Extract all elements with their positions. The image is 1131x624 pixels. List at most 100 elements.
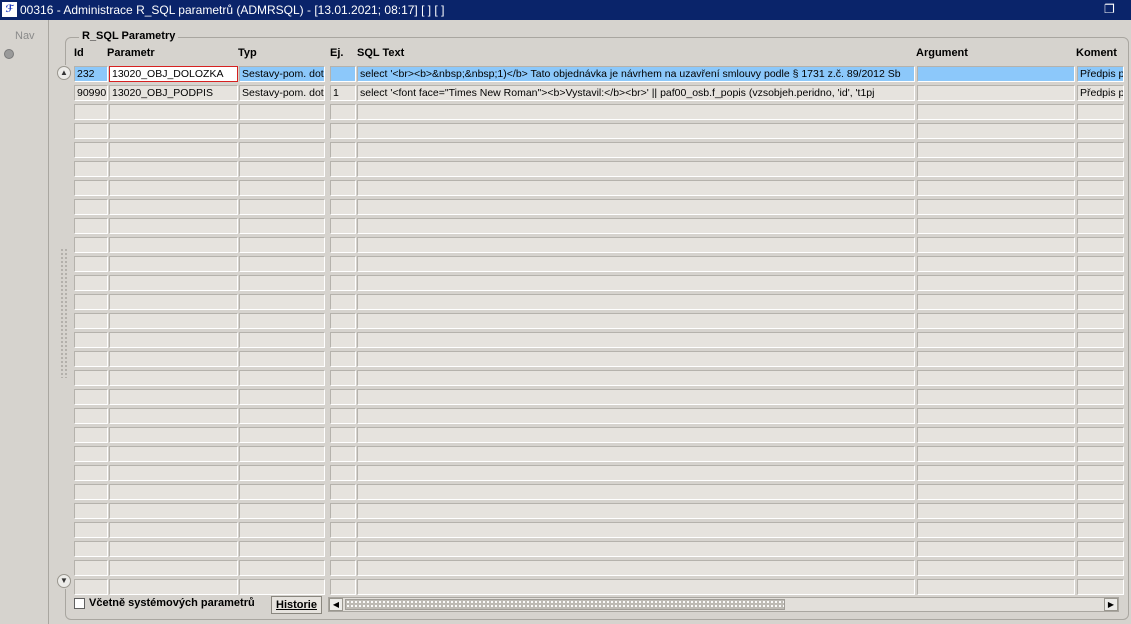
cell-typ[interactable]: [239, 256, 325, 272]
cell-argument[interactable]: [917, 522, 1075, 538]
cell-typ[interactable]: [239, 332, 325, 348]
cell-koment[interactable]: [1077, 237, 1124, 253]
cell-ej[interactable]: [330, 180, 356, 196]
cell-koment[interactable]: [1077, 218, 1124, 234]
cell-parametr[interactable]: [109, 218, 238, 234]
cell-koment[interactable]: [1077, 579, 1124, 595]
cell-argument[interactable]: [917, 503, 1075, 519]
cell-typ[interactable]: [239, 389, 325, 405]
cell-sql-text[interactable]: [357, 465, 915, 481]
cell-typ[interactable]: [239, 104, 325, 120]
cell-sql-text[interactable]: [357, 142, 915, 158]
include-system-params-checkbox[interactable]: [74, 598, 85, 609]
cell-ej[interactable]: [330, 294, 356, 310]
cell-typ[interactable]: [239, 465, 325, 481]
cell-argument[interactable]: [917, 408, 1075, 424]
cell-sql-text[interactable]: [357, 389, 915, 405]
cell-parametr[interactable]: [109, 465, 238, 481]
cell-typ[interactable]: [239, 142, 325, 158]
cell-typ[interactable]: [239, 446, 325, 462]
cell-ej[interactable]: [330, 104, 356, 120]
cell-parametr[interactable]: [109, 389, 238, 405]
cell-sql-text[interactable]: [357, 180, 915, 196]
cell-koment[interactable]: Předpis p: [1077, 66, 1124, 82]
cell-typ[interactable]: [239, 351, 325, 367]
cell-koment[interactable]: [1077, 104, 1124, 120]
scroll-left-icon[interactable]: ◀: [329, 598, 343, 611]
cell-koment[interactable]: [1077, 541, 1124, 557]
cell-koment[interactable]: [1077, 503, 1124, 519]
cell-sql-text[interactable]: [357, 123, 915, 139]
cell-koment[interactable]: [1077, 123, 1124, 139]
cell-argument[interactable]: [917, 294, 1075, 310]
cell-sql-text[interactable]: [357, 218, 915, 234]
cell-koment[interactable]: [1077, 351, 1124, 367]
cell-ej[interactable]: [330, 370, 356, 386]
cell-argument[interactable]: [917, 142, 1075, 158]
cell-ej[interactable]: [330, 161, 356, 177]
history-button[interactable]: Historie: [271, 596, 322, 614]
cell-typ[interactable]: [239, 237, 325, 253]
cell-ej[interactable]: [330, 541, 356, 557]
cell-sql-text[interactable]: [357, 256, 915, 272]
cell-sql-text[interactable]: [357, 370, 915, 386]
cell-typ[interactable]: [239, 560, 325, 576]
cell-koment[interactable]: [1077, 484, 1124, 500]
cell-sql-text[interactable]: [357, 579, 915, 595]
cell-sql-text[interactable]: [357, 522, 915, 538]
cell-typ[interactable]: [239, 503, 325, 519]
cell-argument[interactable]: [917, 427, 1075, 443]
cell-parametr[interactable]: [109, 313, 238, 329]
cell-ej[interactable]: [330, 465, 356, 481]
cell-parametr[interactable]: [109, 522, 238, 538]
cell-koment[interactable]: [1077, 161, 1124, 177]
cell-koment[interactable]: [1077, 408, 1124, 424]
cell-ej[interactable]: [330, 199, 356, 215]
cell-typ[interactable]: [239, 522, 325, 538]
cell-parametr[interactable]: [109, 503, 238, 519]
cell-typ[interactable]: [239, 180, 325, 196]
cell-koment[interactable]: [1077, 370, 1124, 386]
cell-id[interactable]: [74, 294, 108, 310]
cell-argument[interactable]: [917, 370, 1075, 386]
cell-id[interactable]: [74, 104, 108, 120]
cell-id[interactable]: [74, 142, 108, 158]
cell-parametr[interactable]: [109, 332, 238, 348]
cell-argument[interactable]: [917, 66, 1075, 82]
cell-typ[interactable]: [239, 541, 325, 557]
restore-icon[interactable]: ❐: [1104, 2, 1115, 16]
cell-argument[interactable]: [917, 465, 1075, 481]
cell-parametr[interactable]: [109, 294, 238, 310]
cell-id[interactable]: [74, 180, 108, 196]
horizontal-scrollbar[interactable]: ◀ ▶: [328, 597, 1119, 612]
cell-id[interactable]: [74, 484, 108, 500]
cell-argument[interactable]: [917, 85, 1075, 101]
cell-id[interactable]: [74, 313, 108, 329]
cell-typ[interactable]: [239, 370, 325, 386]
cell-sql-text[interactable]: [357, 294, 915, 310]
cell-typ[interactable]: [239, 161, 325, 177]
scroll-down-icon[interactable]: ▼: [57, 574, 71, 588]
cell-id[interactable]: [74, 351, 108, 367]
cell-koment[interactable]: [1077, 389, 1124, 405]
cell-id[interactable]: 232: [74, 66, 108, 82]
cell-sql-text[interactable]: [357, 351, 915, 367]
cell-ej[interactable]: [330, 123, 356, 139]
cell-id[interactable]: 90990: [74, 85, 108, 101]
cell-parametr[interactable]: [109, 484, 238, 500]
cell-parametr[interactable]: 13020_OBJ_PODPIS: [109, 85, 238, 101]
cell-ej[interactable]: [330, 332, 356, 348]
cell-typ[interactable]: [239, 275, 325, 291]
cell-typ[interactable]: [239, 579, 325, 595]
cell-argument[interactable]: [917, 389, 1075, 405]
cell-argument[interactable]: [917, 104, 1075, 120]
cell-koment[interactable]: [1077, 180, 1124, 196]
cell-argument[interactable]: [917, 541, 1075, 557]
cell-parametr[interactable]: [109, 123, 238, 139]
cell-koment[interactable]: [1077, 560, 1124, 576]
cell-typ[interactable]: [239, 408, 325, 424]
cell-argument[interactable]: [917, 275, 1075, 291]
cell-parametr[interactable]: [109, 180, 238, 196]
cell-argument[interactable]: [917, 484, 1075, 500]
cell-typ[interactable]: [239, 218, 325, 234]
